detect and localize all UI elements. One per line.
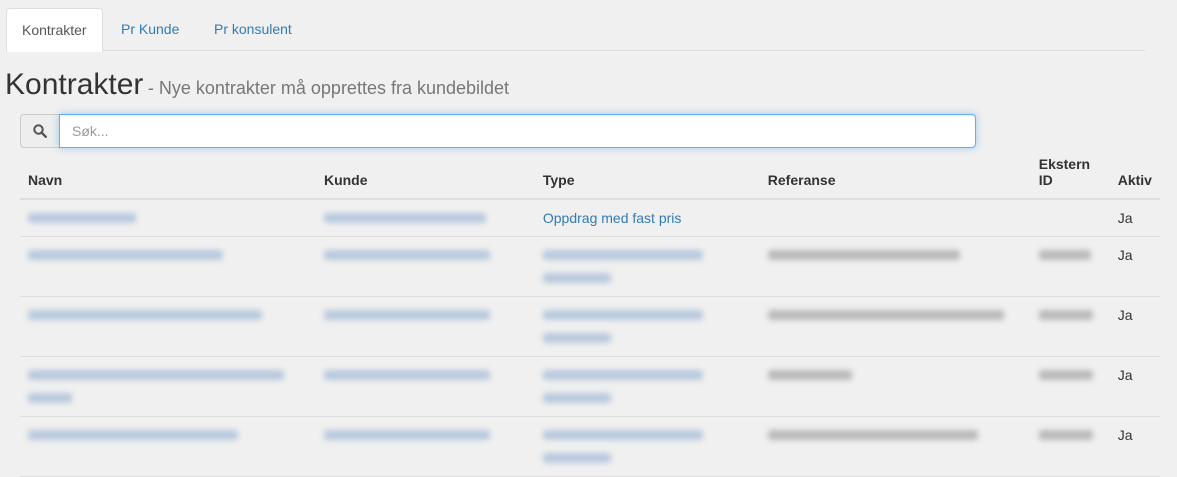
cell-aktiv: Ja (1109, 236, 1160, 297)
table-row[interactable]: Ja (20, 296, 1160, 357)
redacted-link[interactable] (542, 393, 611, 403)
cell-type[interactable] (534, 356, 760, 417)
search-icon (33, 124, 47, 138)
tab-kontrakter[interactable]: Kontrakter (6, 8, 103, 52)
cell-ekstern-id (1030, 416, 1110, 477)
redacted-link[interactable] (323, 250, 490, 260)
page-title: Kontrakter - Nye kontrakter må opprettes… (5, 68, 509, 102)
cell-navn[interactable] (20, 416, 316, 477)
redacted-link[interactable] (28, 250, 223, 260)
cell-kunde[interactable] (315, 416, 535, 477)
col-header-navn[interactable]: Navn (20, 152, 316, 200)
search-addon[interactable] (20, 114, 59, 148)
redacted-link[interactable] (28, 393, 72, 403)
cell-aktiv: Ja (1109, 199, 1160, 237)
table-header-row: Navn Kunde Type Referanse Ekstern ID Akt… (20, 152, 1160, 200)
redacted-text (1038, 250, 1091, 260)
redacted-link[interactable] (28, 213, 136, 223)
table-row[interactable]: Oppdrag med fast pris Ja (20, 199, 1160, 237)
cell-type[interactable] (534, 296, 760, 357)
search-group (20, 114, 976, 148)
cell-kunde[interactable] (315, 296, 535, 357)
type-link[interactable]: Oppdrag med fast pris (543, 210, 682, 226)
cell-referanse (759, 416, 1031, 477)
redacted-text (767, 430, 978, 440)
redacted-link[interactable] (542, 370, 703, 380)
redacted-link[interactable] (28, 310, 262, 320)
cell-navn[interactable] (20, 199, 316, 237)
redacted-text (1038, 370, 1093, 380)
cell-navn[interactable] (20, 236, 316, 297)
cell-referanse (759, 236, 1031, 297)
redacted-link[interactable] (542, 310, 703, 320)
redacted-link[interactable] (323, 310, 490, 320)
redacted-text (767, 370, 852, 380)
tab-pr-kunde[interactable]: Pr Kunde (106, 8, 194, 49)
cell-navn[interactable] (20, 296, 316, 357)
col-header-type[interactable]: Type (534, 152, 760, 200)
cell-referanse (759, 356, 1031, 417)
col-header-kunde[interactable]: Kunde (315, 152, 535, 200)
redacted-text (1038, 310, 1093, 320)
redacted-link[interactable] (542, 250, 703, 260)
redacted-text (767, 310, 1004, 320)
page-subtitle: - Nye kontrakter må opprettes fra kundeb… (147, 78, 510, 98)
cell-navn[interactable] (20, 356, 316, 417)
cell-referanse (759, 296, 1031, 357)
col-header-referanse[interactable]: Referanse (759, 152, 1031, 200)
cell-aktiv: Ja (1109, 356, 1160, 417)
redacted-link[interactable] (542, 453, 611, 463)
cell-kunde[interactable] (315, 356, 535, 417)
cell-kunde[interactable] (315, 236, 535, 297)
nav-tabs: Kontrakter Pr Kunde Pr konsulent (6, 8, 1145, 52)
redacted-link[interactable] (28, 430, 238, 440)
redacted-text (1038, 430, 1093, 440)
redacted-link[interactable] (28, 370, 284, 380)
redacted-link[interactable] (323, 430, 490, 440)
cell-ekstern-id (1030, 356, 1110, 417)
cell-ekstern-id (1030, 236, 1110, 297)
tab-pr-konsulent[interactable]: Pr konsulent (199, 8, 307, 49)
cell-ekstern-id (1030, 296, 1110, 357)
cell-type[interactable]: Oppdrag med fast pris (534, 199, 760, 237)
table-row[interactable]: Ja (20, 416, 1160, 477)
redacted-link[interactable] (323, 370, 490, 380)
col-header-aktiv[interactable]: Aktiv (1109, 152, 1160, 200)
cell-referanse (759, 199, 1031, 237)
redacted-link[interactable] (542, 273, 611, 283)
contracts-table: Navn Kunde Type Referanse Ekstern ID Akt… (20, 152, 1160, 477)
cell-aktiv: Ja (1109, 416, 1160, 477)
redacted-link[interactable] (542, 333, 611, 343)
table-row[interactable]: Ja (20, 356, 1160, 417)
redacted-text (767, 250, 960, 260)
table-row[interactable]: Ja (20, 236, 1160, 297)
cell-kunde[interactable] (315, 199, 535, 237)
page-title-main: Kontrakter (5, 68, 144, 101)
cell-aktiv: Ja (1109, 296, 1160, 357)
cell-type[interactable] (534, 236, 760, 297)
col-header-ekstern-id[interactable]: Ekstern ID (1030, 152, 1110, 200)
cell-type[interactable] (534, 416, 760, 477)
cell-ekstern-id (1030, 199, 1110, 237)
redacted-link[interactable] (323, 213, 486, 223)
search-input[interactable] (59, 114, 976, 148)
redacted-link[interactable] (542, 430, 703, 440)
